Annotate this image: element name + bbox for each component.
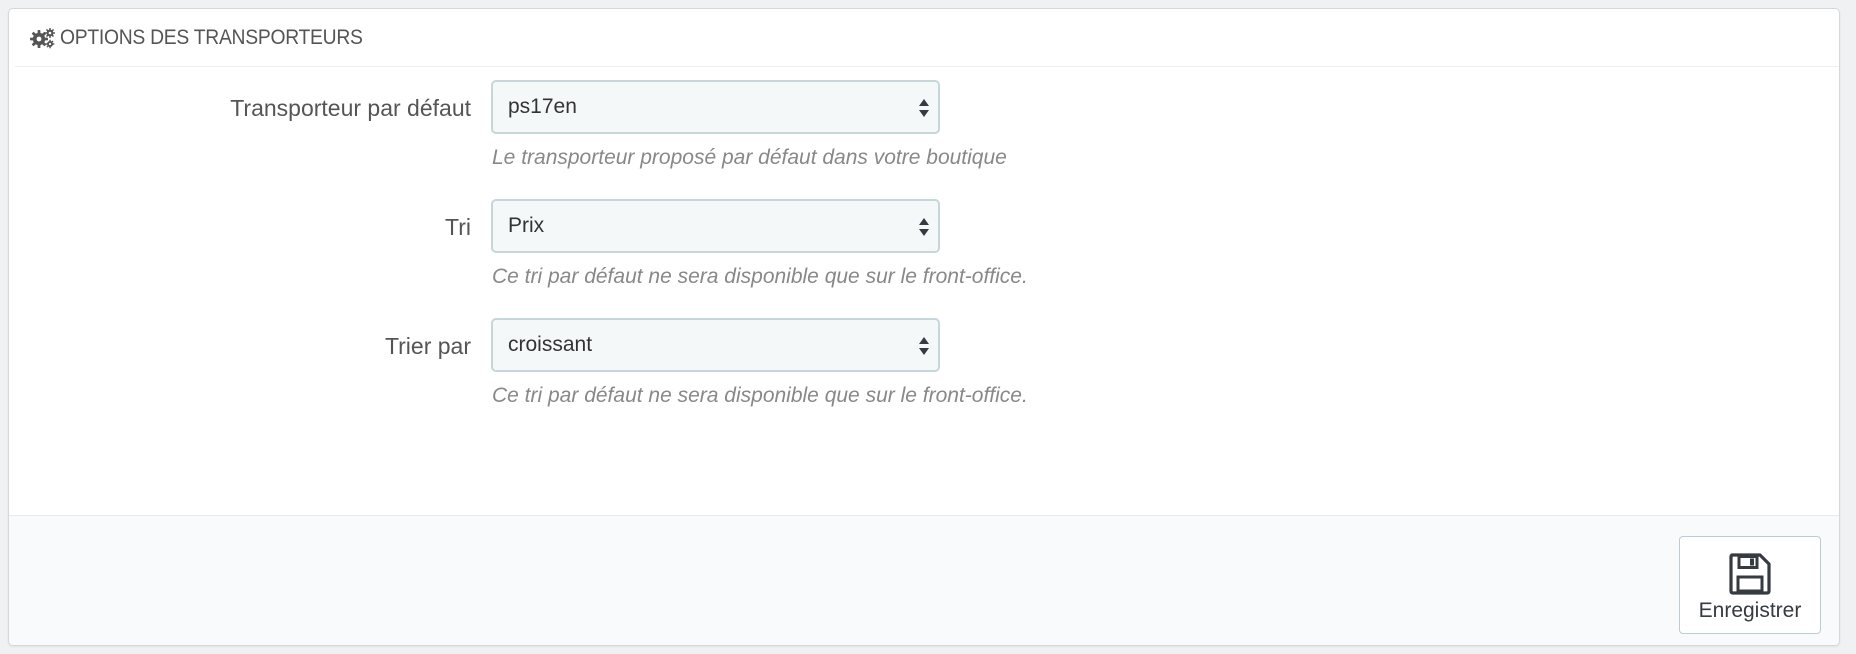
panel-heading: OPTIONS DES TRANSPORTEURS [15,9,1839,67]
save-button-label: Enregistrer [1698,599,1802,622]
sort-select[interactable]: Prix [491,199,940,253]
default-carrier-selected-value: ps17en [508,95,577,118]
select-arrows-icon [918,216,930,238]
carrier-options-panel: OPTIONS DES TRANSPORTEURS Transporteur p… [8,8,1840,646]
sort-label: Tri [445,214,471,240]
default-carrier-select[interactable]: ps17en [491,80,940,134]
sort-order-label: Trier par [384,333,471,359]
select-arrows-icon [918,335,930,357]
cogs-icon [30,27,56,49]
sort-order-select[interactable]: croissant [491,318,940,372]
sort-order-selected-value: croissant [508,333,593,356]
panel-title: OPTIONS DES TRANSPORTEURS [60,25,363,49]
save-button[interactable]: Enregistrer [1679,536,1821,634]
default-carrier-label: Transporteur par défaut [230,95,471,121]
sort-selected-value: Prix [508,214,545,237]
sort-help: Ce tri par défaut ne sera disponible que… [492,265,1028,288]
panel-footer: Enregistrer [9,515,1839,645]
default-carrier-help: Le transporteur proposé par défaut dans … [492,146,1007,169]
floppy-disk-icon [1727,551,1773,597]
select-arrows-icon [918,97,930,119]
sort-order-help: Ce tri par défaut ne sera disponible que… [492,384,1028,407]
